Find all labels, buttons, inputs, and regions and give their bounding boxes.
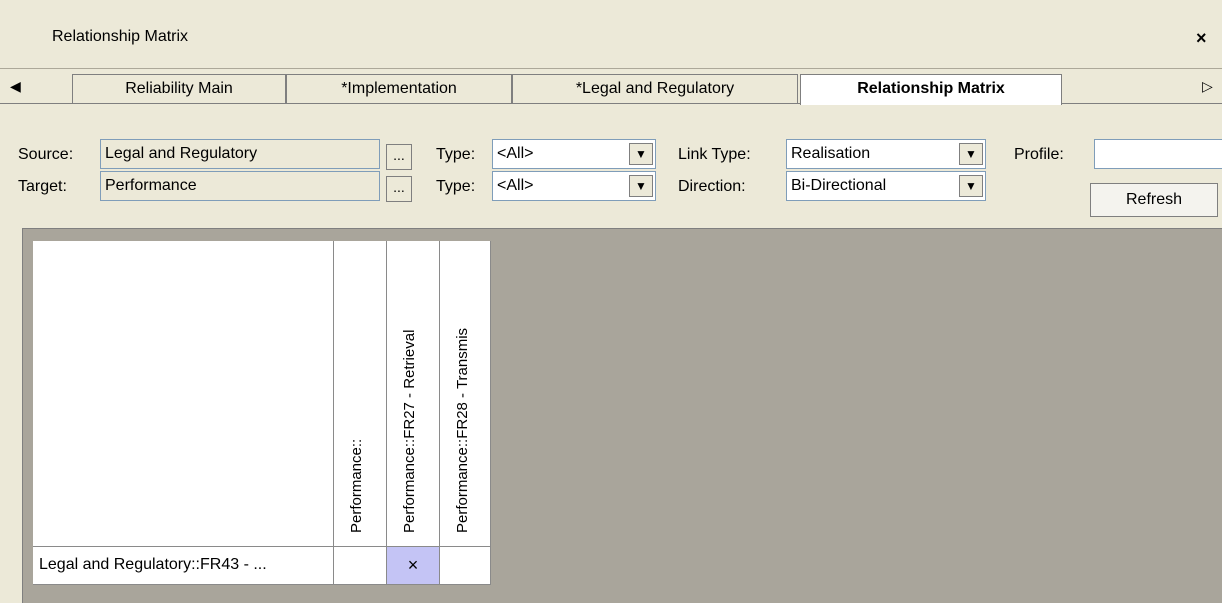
target-type-value: <All>	[497, 177, 534, 194]
tab-reliability-main[interactable]: Reliability Main	[72, 74, 286, 104]
refresh-button[interactable]: Refresh	[1090, 183, 1218, 217]
matrix-cell-linked[interactable]: ×	[387, 547, 440, 585]
chevron-down-icon[interactable]: ▼	[959, 143, 983, 165]
link-type-value: Realisation	[791, 145, 871, 162]
source-label: Source:	[18, 146, 74, 163]
target-type-dropdown[interactable]: <All> ▼	[492, 171, 656, 201]
tab-relationship-matrix[interactable]: Relationship Matrix	[800, 74, 1062, 105]
window-title: Relationship Matrix	[52, 28, 189, 45]
target-browse-button[interactable]: ...	[386, 176, 412, 202]
profile-field[interactable]	[1094, 139, 1222, 169]
relationship-matrix: Performance:: Performance::FR27 - Retrie…	[22, 228, 1222, 603]
tab-scroll-left-icon[interactable]: ◀	[10, 78, 21, 95]
direction-value: Bi-Directional	[791, 177, 887, 194]
target-field[interactable]: Performance	[100, 171, 380, 201]
link-type-dropdown[interactable]: Realisation ▼	[786, 139, 986, 169]
link-type-label: Link Type:	[678, 146, 751, 163]
direction-dropdown[interactable]: Bi-Directional ▼	[786, 171, 986, 201]
matrix-cell[interactable]	[334, 547, 387, 585]
tab-scroll-right-icon[interactable]: ▷	[1202, 78, 1213, 95]
source-type-label: Type:	[436, 146, 476, 163]
source-field[interactable]: Legal and Regulatory	[100, 139, 380, 169]
close-icon[interactable]: ×	[1196, 28, 1207, 49]
chevron-down-icon[interactable]: ▼	[959, 175, 983, 197]
column-header[interactable]: Performance::FR28 - Transmis	[440, 241, 491, 547]
row-header[interactable]: Legal and Regulatory::FR43 - ...	[33, 547, 334, 585]
profile-label: Profile:	[1014, 146, 1064, 163]
tab-implementation[interactable]: *Implementation	[286, 74, 512, 104]
tab-strip: ◀ Reliability Main *Implementation *Lega…	[0, 68, 1222, 105]
source-type-dropdown[interactable]: <All> ▼	[492, 139, 656, 169]
matrix-corner-cell	[33, 241, 334, 547]
title-bar: Relationship Matrix ×	[0, 0, 1222, 68]
chevron-down-icon[interactable]: ▼	[629, 143, 653, 165]
column-header[interactable]: Performance::FR27 - Retrieval	[387, 241, 440, 547]
source-browse-button[interactable]: ...	[386, 144, 412, 170]
tab-legal-and-regulatory[interactable]: *Legal and Regulatory	[512, 74, 798, 104]
matrix-cell[interactable]	[440, 547, 491, 585]
chevron-down-icon[interactable]: ▼	[629, 175, 653, 197]
column-header-label: Performance::FR28 - Transmis	[454, 327, 471, 533]
column-header-label: Performance::FR27 - Retrieval	[401, 329, 418, 533]
target-label: Target:	[18, 178, 67, 195]
target-type-label: Type:	[436, 178, 476, 195]
column-header-label: Performance::	[348, 438, 365, 533]
source-type-value: <All>	[497, 145, 534, 162]
column-header[interactable]: Performance::	[334, 241, 387, 547]
direction-label: Direction:	[678, 178, 746, 195]
